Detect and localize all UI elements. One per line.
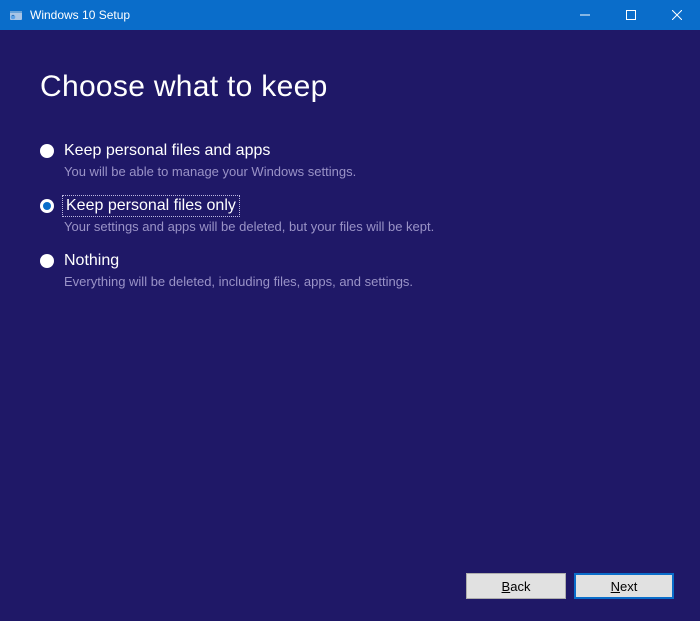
radio-icon xyxy=(40,144,54,158)
radio-icon xyxy=(40,254,54,268)
minimize-button[interactable] xyxy=(562,0,608,30)
option-keep-files-apps[interactable]: Keep personal files and apps You will be… xyxy=(40,142,660,179)
option-label: Keep personal files only xyxy=(64,197,238,215)
back-button-rest: ack xyxy=(510,579,530,594)
option-row: Nothing xyxy=(40,252,660,270)
option-description: Your settings and apps will be deleted, … xyxy=(64,219,660,234)
maximize-button[interactable] xyxy=(608,0,654,30)
option-description: You will be able to manage your Windows … xyxy=(64,164,660,179)
option-row: Keep personal files and apps xyxy=(40,142,660,160)
footer-buttons: Back Next xyxy=(466,573,674,599)
back-button[interactable]: Back xyxy=(466,573,566,599)
option-nothing[interactable]: Nothing Everything will be deleted, incl… xyxy=(40,252,660,289)
titlebar: Windows 10 Setup xyxy=(0,0,700,30)
option-description: Everything will be deleted, including fi… xyxy=(64,274,660,289)
content-area: Choose what to keep Keep personal files … xyxy=(0,30,700,621)
option-row: Keep personal files only xyxy=(40,197,660,215)
back-button-mnemonic: B xyxy=(502,579,511,594)
option-label: Nothing xyxy=(64,252,119,270)
next-button[interactable]: Next xyxy=(574,573,674,599)
option-label: Keep personal files and apps xyxy=(64,142,270,160)
window-title: Windows 10 Setup xyxy=(30,8,130,22)
options-group: Keep personal files and apps You will be… xyxy=(40,142,660,289)
close-button[interactable] xyxy=(654,0,700,30)
app-icon xyxy=(8,7,24,23)
page-title: Choose what to keep xyxy=(40,70,660,104)
next-button-mnemonic: N xyxy=(611,579,620,594)
option-keep-files-only[interactable]: Keep personal files only Your settings a… xyxy=(40,197,660,234)
next-button-rest: ext xyxy=(620,579,637,594)
radio-icon xyxy=(40,199,54,213)
